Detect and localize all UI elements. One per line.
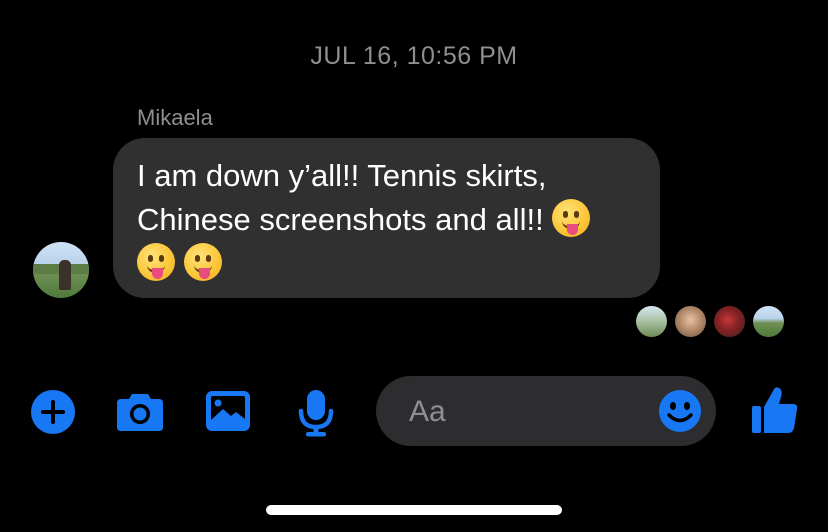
message-text: I am down y’all!! Tennis skirts, Chinese …	[137, 154, 636, 286]
tongue-emoji	[137, 243, 175, 281]
read-receipts	[636, 306, 784, 337]
read-receipt-avatar	[636, 306, 667, 337]
message-line-1: I am down y’all!! Tennis skirts,	[137, 158, 547, 193]
message-line-2: Chinese screenshots and all!!	[137, 202, 544, 237]
tongue-emoji	[183, 243, 222, 281]
microphone-icon[interactable]	[298, 389, 334, 442]
message-composer[interactable]	[376, 376, 716, 446]
message-input[interactable]	[407, 393, 641, 431]
camera-icon[interactable]	[116, 390, 164, 437]
plus-icon[interactable]	[31, 390, 75, 434]
read-receipt-avatar	[753, 306, 784, 337]
emoji-icon[interactable]	[658, 389, 702, 438]
message-bubble[interactable]: I am down y’all!! Tennis skirts, Chinese …	[113, 138, 660, 298]
gallery-icon[interactable]	[205, 390, 251, 437]
thumbs-up-icon[interactable]	[751, 385, 799, 440]
message-timestamp: JUL 16, 10:56 PM	[310, 42, 518, 70]
read-receipt-avatar	[675, 306, 706, 337]
avatar-person	[59, 260, 71, 290]
read-receipt-avatar	[714, 306, 745, 337]
sender-avatar[interactable]	[33, 242, 89, 298]
tongue-emoji	[552, 199, 591, 237]
home-indicator[interactable]	[266, 505, 562, 515]
sender-name: Mikaela	[137, 105, 213, 130]
